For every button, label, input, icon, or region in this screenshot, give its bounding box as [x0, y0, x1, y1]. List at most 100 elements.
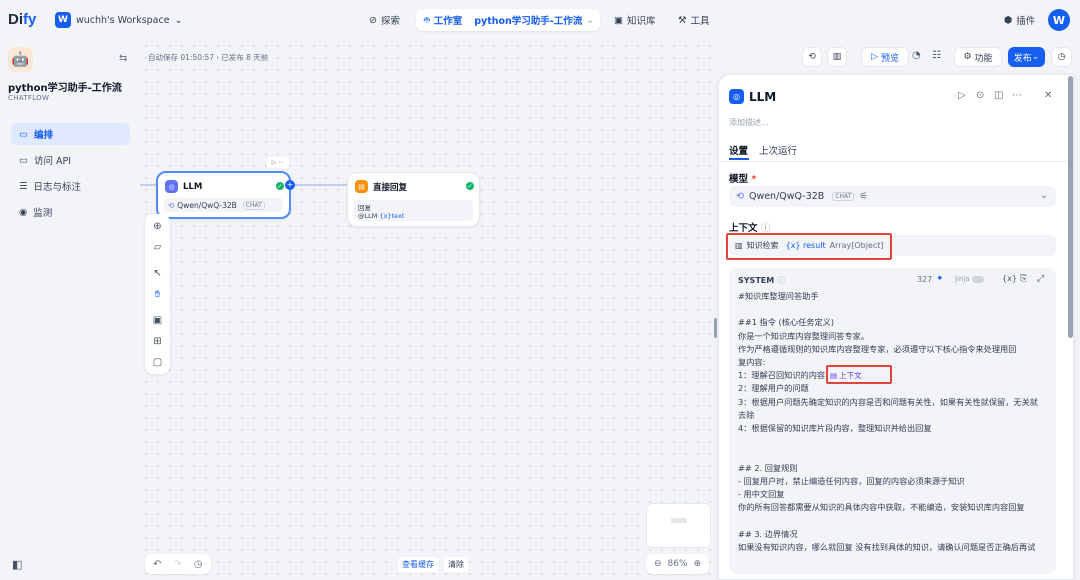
workspace-name: wuchh's Workspace [76, 14, 170, 26]
sidebar-item-monitor[interactable]: ◉ 监测 [11, 201, 130, 223]
answer-node-content: 回复 @LLM {x}text [354, 200, 473, 221]
panel-toggle-icon[interactable]: ◧ [12, 558, 22, 571]
undo-icon[interactable]: ↶ [153, 559, 161, 570]
prompt-line: - 回复用户时，禁止编造任何内容，回复的内容必须来源于知识 [738, 475, 965, 486]
run-node-icon[interactable]: ▷ [958, 90, 966, 101]
pointer-icon[interactable]: ↖ [145, 268, 170, 279]
prompt-line: 3：根据用户问题先确定知识的内容是否和问题有关性，如果有关性就保留，无关就 [738, 396, 1038, 407]
workspace-badge: W [55, 12, 71, 28]
answer-node-icon: ▤ [355, 180, 368, 193]
node-run-controls[interactable]: ▷ ⋯ [267, 157, 289, 168]
panel-scrollbar[interactable] [1068, 76, 1073, 338]
more-icon[interactable]: ⋯ [1012, 90, 1022, 101]
model-selector[interactable]: ⟲ Qwen/QwQ-32B CHAT ⚟ ⌄ [729, 186, 1056, 207]
tab-settings[interactable]: 设置 [729, 143, 748, 157]
prompt-line: 4：根据保留的知识库片段内容，整理知识并给出回复 [738, 423, 932, 433]
nav-tools[interactable]: ⚒ 工具 [678, 13, 710, 28]
note-icon[interactable]: ▱ [145, 242, 170, 253]
prompt-line: 复内容: [738, 357, 766, 367]
minimap[interactable] [646, 503, 711, 548]
llm-node[interactable]: ◎ LLM ✓ ⟲ Qwen/QwQ-32B CHAT [156, 171, 291, 219]
settings-sliders-icon[interactable]: ⚟ [859, 191, 868, 202]
collapse-toggle-icon[interactable]: ⇆ [119, 53, 127, 64]
env-variables-button[interactable]: ⟲ [802, 47, 822, 67]
prompt-line: 2：理解用户的问题 [738, 383, 809, 394]
highlight-box [726, 233, 892, 260]
checklist-icon[interactable]: ◔ [912, 50, 921, 61]
sidebar-item-orchestrate[interactable]: ▭ 编排 [11, 123, 130, 145]
clear-button[interactable]: 清除 [444, 557, 468, 572]
add-node-handle[interactable]: + [285, 180, 295, 190]
help-icon[interactable]: ⊙ [976, 90, 984, 101]
chevron-down-icon: ⌄ [586, 14, 595, 26]
export-image-icon[interactable]: ▣ [145, 315, 170, 326]
robot-icon: 🤖︎ [424, 15, 430, 26]
current-app-name[interactable]: python学习助手-工作流 [474, 13, 582, 27]
dify-logo[interactable]: Dify [8, 11, 36, 28]
view-cache-button[interactable]: 查看缓存 [398, 557, 438, 572]
organize-icon[interactable]: ⊞ [145, 336, 170, 347]
close-icon[interactable]: ✕ [1044, 90, 1052, 101]
avatar[interactable]: W [1048, 9, 1070, 31]
description-input[interactable]: 添加描述... [729, 117, 769, 128]
jinja-toggle[interactable]: Jinja [955, 275, 984, 283]
minimap-toggle-icon[interactable]: ▢ [145, 357, 170, 368]
prompt-line: 作为严格遵循规则的知识库内容整理专家，必须遵守以下核心指令来处理用回 [738, 343, 1017, 354]
chevron-down-icon: ⌄ [1040, 190, 1048, 201]
prompt-line: 如果没有知识内容，哪么就回复 没有找到具体的知识，请确认问题是否正确后再试 [738, 541, 1036, 552]
prompt-line: - 用中文回复 [738, 489, 785, 499]
copy-icon[interactable]: ⎘ [1020, 274, 1027, 284]
nav-explore[interactable]: ⊘ 探索 [369, 13, 400, 28]
publish-button[interactable]: 发布 ⌄ [1008, 47, 1045, 67]
add-node-icon[interactable]: ⊕ [145, 221, 170, 232]
preview-button[interactable]: ▷ 预览 [861, 47, 909, 67]
run-history-icon[interactable]: ☷ [932, 50, 941, 61]
expand-icon[interactable]: ⤢ [1037, 274, 1044, 284]
zoom-in-icon[interactable]: ⊕ [694, 559, 702, 569]
nav-plugins[interactable]: ⬢ 插件 [1004, 13, 1035, 28]
conversation-vars-button[interactable]: ▥ [827, 47, 847, 67]
history-icon[interactable]: ◷ [194, 559, 203, 570]
prompt-line: #知识库整理问答助手 [738, 291, 819, 301]
info-icon: ⓘ [777, 276, 785, 285]
sidebar-item-api[interactable]: ▭ 访问 API [11, 149, 130, 171]
nav-studio[interactable]: 🤖︎ 工作室 python学习助手-工作流 ⌄ [416, 9, 600, 31]
panel-resize-handle[interactable] [714, 318, 717, 338]
sidebar-item-logs[interactable]: ☰ 日志与标注 [11, 175, 130, 197]
sidebar: 🤖 ⇆ python学习助手-工作流 CHATFLOW ▭ 编排 ▭ 访问 API … [0, 40, 140, 580]
zoom-out-icon[interactable]: ⊖ [654, 559, 662, 569]
canvas-toolbar: ⊕ ▱ ↖ ✋︎ ▣ ⊞ ▢ [145, 214, 170, 374]
insert-variable-icon[interactable]: {x} [1002, 274, 1017, 283]
play-icon: ▷ [871, 52, 878, 62]
prompt-line: ##1 指令 (核心任务定义) [738, 317, 835, 328]
chevron-down-icon: ⌄ [174, 14, 183, 26]
llm-node-model: ⟲ Qwen/QwQ-32B CHAT [164, 198, 283, 212]
log-icon: ☰ [19, 180, 28, 192]
divider [719, 161, 1073, 162]
success-check-icon: ✓ [276, 182, 284, 190]
prompt-line: 1：理解召回知识的内容 [738, 370, 826, 381]
prompt-line: ## 2. 回复规则 [738, 462, 798, 473]
zoom-level[interactable]: 86% [668, 559, 688, 569]
layout-toggle-icon[interactable]: ◫ [994, 90, 1003, 101]
variable-icon: ⟲ [808, 52, 816, 62]
history-icon: ◷ [1057, 52, 1066, 62]
features-button[interactable]: ⚙ 功能 [954, 47, 1002, 67]
system-prompt-editor[interactable]: SYSTEM ⓘ 327 ✦ Jinja {x} ⎘ ⤢ #知识库整理问答助手 #… [729, 268, 1056, 574]
sparkle-icon[interactable]: ✦ [936, 274, 944, 284]
redo-icon[interactable]: ↷ [173, 559, 181, 570]
llm-icon: ◎ [729, 89, 744, 104]
version-history-button[interactable]: ◷ [1051, 47, 1072, 67]
plugin-icon: ⬢ [1004, 14, 1013, 26]
tab-last-run[interactable]: 上次运行 [759, 143, 797, 157]
context-label: 上下文 ⓘ [729, 223, 771, 234]
hand-icon[interactable]: ✋︎ [145, 289, 170, 300]
history-controls: ↶ ↷ ◷ [145, 554, 211, 574]
workspace-switcher[interactable]: W wuchh's Workspace ⌄ [55, 11, 183, 29]
nav-knowledge[interactable]: ▣ 知识库 [614, 13, 656, 28]
zoom-controls: ⊖ 86% ⊕ [646, 554, 710, 574]
monitor-icon: ◉ [19, 206, 28, 218]
chevron-down-icon: ⌄ [1031, 52, 1040, 62]
app-type: CHATFLOW [8, 94, 50, 102]
answer-node[interactable]: ▤ 直接回复 ✓ 回复 @LLM {x}text [347, 172, 480, 227]
